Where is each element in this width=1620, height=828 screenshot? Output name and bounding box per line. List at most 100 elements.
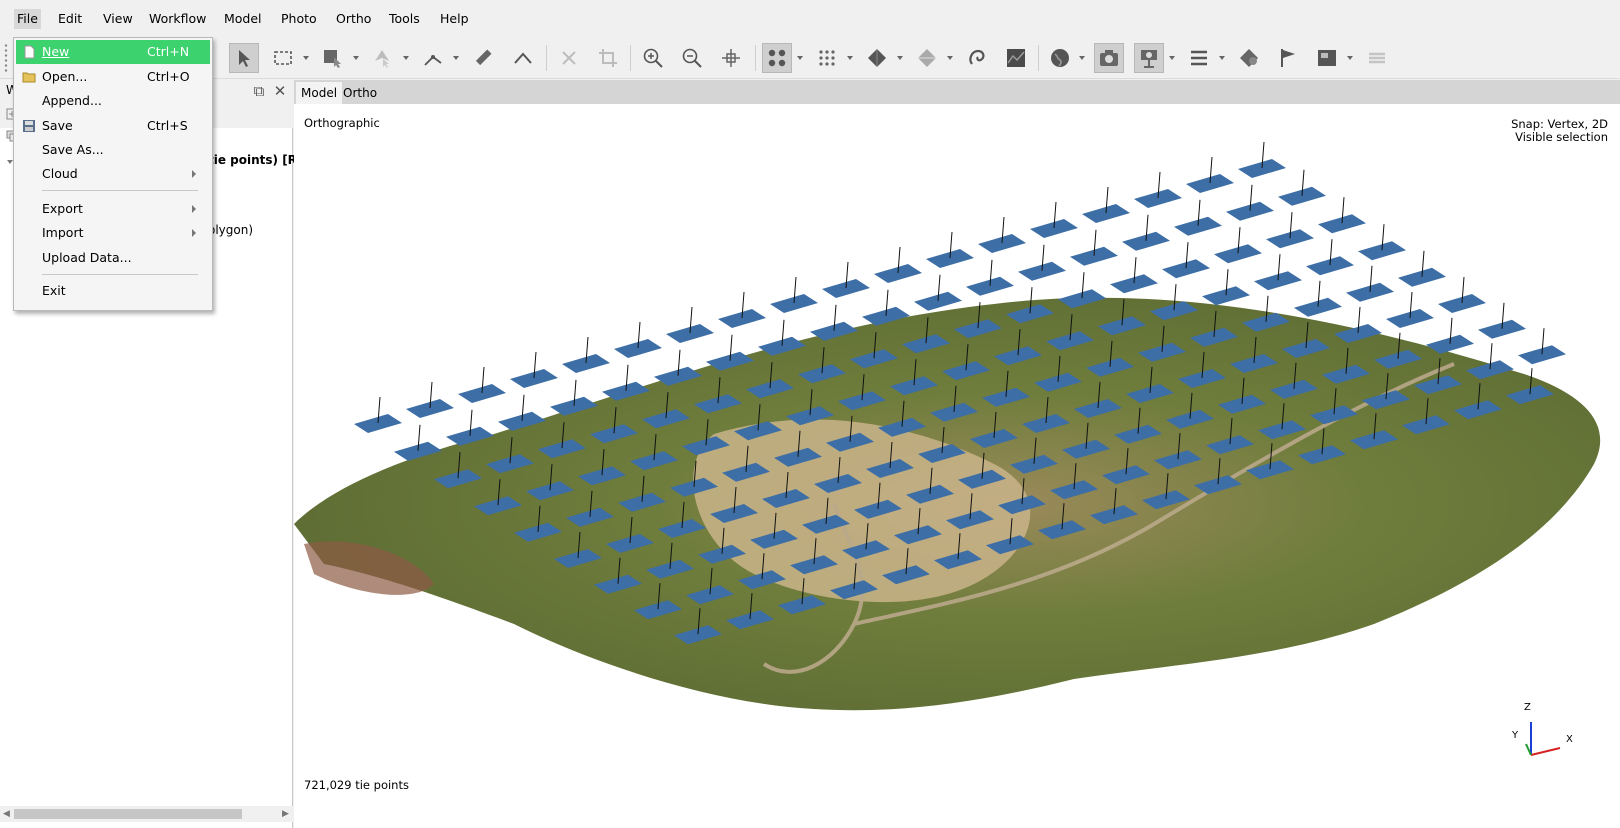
menu-file[interactable]: File [14,9,41,29]
tab-model[interactable]: Model [296,82,343,104]
tie-points-node[interactable]: tie points) [R] [208,153,302,167]
measure-angle-icon[interactable] [468,43,498,73]
chevron-down-icon[interactable] [352,53,360,63]
menu-item-label: New [42,44,70,59]
menu-item-import[interactable]: Import [16,221,210,245]
move-object-icon[interactable] [716,43,746,73]
flag-icon[interactable] [1273,43,1303,73]
globe-icon[interactable] [1045,43,1075,73]
projection-label: Orthographic [304,116,380,130]
menu-help[interactable]: Help [437,9,472,29]
menu-edit[interactable]: Edit [55,9,85,29]
menu-model[interactable]: Model [221,9,265,29]
zoom-in-icon[interactable] [638,43,668,73]
menu-photo[interactable]: Photo [278,9,320,29]
mesh-solid-icon[interactable] [862,43,892,73]
chevron-down-icon[interactable] [796,53,804,63]
submenu-arrow-icon [192,229,196,237]
submenu-arrow-icon [192,205,196,213]
view-tabs: Model Ortho [294,80,1620,104]
toolbar-grip[interactable] [4,43,8,73]
model-viewport[interactable]: Orthographic Snap: Vertex, 2D Visible se… [294,104,1620,828]
menu-item-label: Cloud [42,166,78,181]
menu-item-label: Append... [42,93,102,108]
image-icon[interactable] [1312,43,1342,73]
rectangle-selection-icon[interactable] [268,43,298,73]
point-cloud-scene[interactable] [294,104,1620,828]
markers-icon[interactable] [1234,43,1264,73]
scroll-right-icon[interactable]: ▶ [282,809,289,819]
menu-item-cloud[interactable]: Cloud [16,162,210,186]
camera-icon[interactable] [1094,43,1124,73]
tie-points-count: 721,029 tie points [304,778,409,792]
menu-item-label: Export [42,201,83,216]
menu-item-exit[interactable]: Exit [16,279,210,303]
menu-item-append[interactable]: Append... [16,89,210,113]
chevron-down-icon[interactable] [452,53,460,63]
x-axis-label: X [1566,734,1573,745]
snap-info: Snap: Vertex, 2D Visible selection [1511,118,1608,144]
axes-gizmo: Z Y X [1512,702,1604,784]
horizontal-scrollbar[interactable]: ◀ ▶ [0,806,293,822]
scrollbar-thumb[interactable] [14,809,242,819]
tab-ortho[interactable]: Ortho [338,82,382,104]
ruler-icon[interactable] [418,43,448,73]
menu-separator [42,190,198,191]
dem-icon[interactable] [1001,43,1031,73]
layers-icon[interactable] [1362,43,1392,73]
menu-item-shortcut: Ctrl+N [147,44,190,59]
menu-item-open[interactable]: Open... Ctrl+O [16,65,210,89]
menu-item-save[interactable]: Save Ctrl+S [16,114,210,138]
menu-item-save-as[interactable]: Save As... [16,138,210,162]
chevron-down-icon[interactable] [1218,53,1226,63]
undock-icon[interactable]: ⧉ [250,82,268,100]
save-disk-icon [23,120,35,132]
delete-selection-icon[interactable] [554,43,584,73]
y-axis-label: Y [1512,730,1519,741]
menu-item-shortcut: Ctrl+S [147,118,188,133]
ridge-icon[interactable] [508,43,538,73]
crop-icon[interactable] [593,43,623,73]
x-axis-line [1530,747,1561,756]
scroll-left-icon[interactable]: ◀ [3,809,10,819]
menu-item-label: Open... [42,69,88,84]
menu-ortho[interactable]: Ortho [333,9,374,29]
menu-view[interactable]: View [100,9,136,29]
polygon-node[interactable]: olygon) [208,223,253,237]
main-toolbar [0,37,1620,79]
chevron-down-icon[interactable] [946,53,954,63]
dense-cloud-icon[interactable] [812,43,842,73]
new-document-icon [24,45,35,59]
chevron-down-icon[interactable] [302,53,310,63]
menu-item-shortcut: Ctrl+O [147,69,190,84]
menu-item-upload-data[interactable]: Upload Data... [16,246,210,270]
free-form-selection-icon[interactable] [318,43,348,73]
mesh-textured-icon[interactable] [912,43,942,73]
point-cloud-icon[interactable] [762,43,792,73]
open-folder-icon [22,72,36,83]
camera-position-icon[interactable] [1134,43,1164,73]
chevron-down-icon[interactable] [1168,53,1176,63]
chevron-down-icon[interactable] [896,53,904,63]
circle-selection-icon[interactable] [368,43,398,73]
menu-tools[interactable]: Tools [386,9,423,29]
menu-item-label: Save [42,118,73,133]
close-icon[interactable]: ✕ [271,82,289,100]
chevron-down-icon[interactable] [1078,53,1086,63]
menubar: File Edit View Workflow Model Photo Orth… [0,0,1620,37]
file-menu: New Ctrl+N Open... Ctrl+O Append... Save… [13,37,213,311]
chevron-down-icon[interactable] [1346,53,1354,63]
menu-item-new[interactable]: New Ctrl+N [16,40,210,64]
zoom-out-icon[interactable] [677,43,707,73]
chevron-down-icon[interactable] [402,53,410,63]
select-arrow-icon[interactable] [229,43,259,73]
menu-item-label: Save As... [42,142,104,157]
menu-workflow[interactable]: Workflow [146,9,209,29]
chevron-down-icon[interactable] [846,53,854,63]
menu-separator [42,274,198,275]
menu-item-label: Upload Data... [42,250,132,265]
list-icon[interactable] [1184,43,1214,73]
tiled-model-icon[interactable] [962,43,992,73]
menu-item-export[interactable]: Export [16,197,210,221]
selection-mode-text: Visible selection [1515,130,1608,144]
